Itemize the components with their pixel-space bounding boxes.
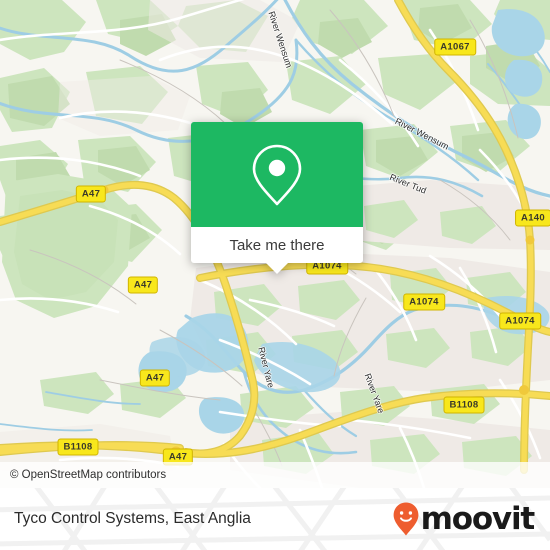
- moovit-smiley-pin-icon: [393, 502, 419, 536]
- road-shield: A47: [127, 276, 159, 294]
- attribution-text: © OpenStreetMap contributors: [10, 469, 167, 481]
- popup-image-area: [191, 122, 363, 227]
- moovit-logo[interactable]: moovit: [393, 500, 536, 537]
- road-shield: B1108: [443, 396, 485, 414]
- moovit-wordmark: moovit: [420, 500, 536, 537]
- map-attribution: © OpenStreetMap contributors: [0, 462, 550, 488]
- road-shield: A47: [139, 369, 171, 387]
- popup-tail: [266, 263, 288, 274]
- road-shield: A1074: [499, 312, 541, 330]
- road-shield: A1067: [434, 38, 476, 56]
- take-me-there-label: Take me there: [229, 236, 325, 254]
- footer-bar: Tyco Control Systems, East Anglia moovit: [0, 488, 550, 550]
- road-shield: A47: [75, 185, 107, 203]
- map-page: River Wensum River Wensum River Tud Rive…: [0, 0, 550, 550]
- map-canvas[interactable]: River Wensum River Wensum River Tud Rive…: [0, 0, 550, 488]
- map-pin-icon: [252, 144, 302, 205]
- road-shield: B1108: [57, 438, 99, 456]
- take-me-there-popup[interactable]: Take me there: [191, 122, 363, 274]
- popup-action-bar[interactable]: Take me there: [191, 227, 363, 274]
- road-shield: A1074: [403, 293, 445, 311]
- place-title: Tyco Control Systems, East Anglia: [14, 510, 251, 527]
- road-shield: A140: [515, 209, 550, 227]
